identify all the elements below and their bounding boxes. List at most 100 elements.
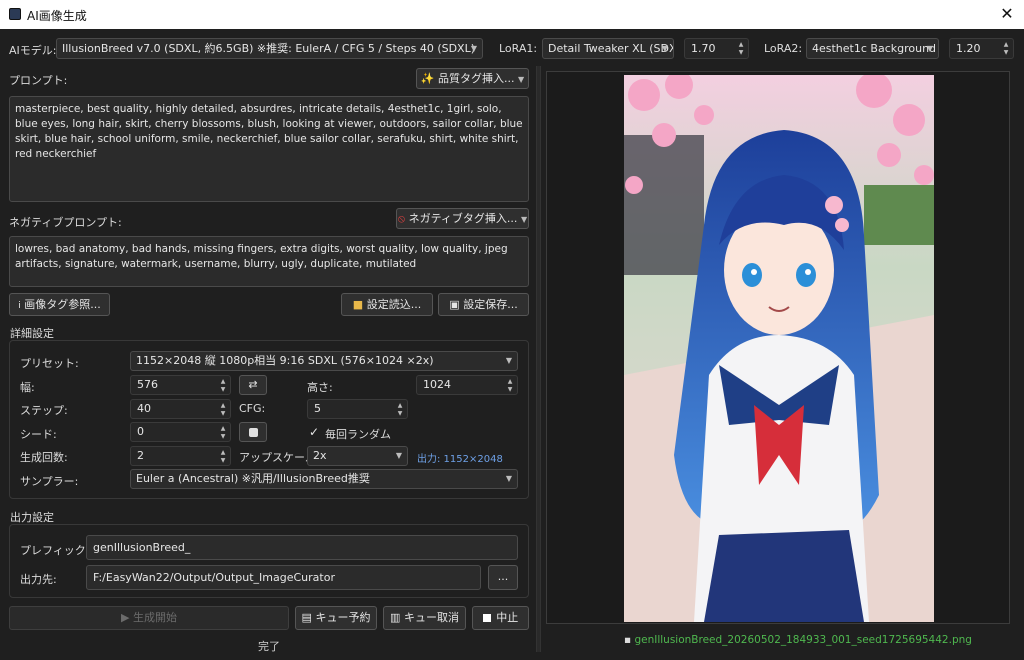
spin-arrows-icon[interactable]: ▲ ▼ <box>395 400 405 418</box>
width-label: 幅: <box>20 381 35 394</box>
info-icon: ⅰ <box>18 301 21 311</box>
prohibited-icon: ⦸ <box>397 212 406 225</box>
insert-quality-tags-button[interactable]: ✨ 品質タグ挿入... ▼ <box>416 68 529 89</box>
height-value: 1024 <box>423 378 451 391</box>
destination-label: 出力先: <box>20 573 57 586</box>
details-title: 詳細設定 <box>10 327 54 340</box>
spin-arrows-icon[interactable]: ▲ ▼ <box>218 447 228 465</box>
model-select[interactable]: IllusionBreed v7.0 (SDXL, 約6.5GB) ※推奨: E… <box>56 38 483 59</box>
insert-quality-tags-label: 品質タグ挿入... <box>438 72 515 85</box>
width-spinbox[interactable]: 576 ▲ ▼ <box>130 375 231 395</box>
chevron-down-icon: ▼ <box>661 44 668 53</box>
folder-icon: ■ <box>352 298 364 311</box>
queue-add-button[interactable]: ▤ キュー予約 <box>295 606 377 630</box>
sampler-select-value: Euler a (Ancestral) ※汎用/IllusionBreed推奨 <box>136 472 370 485</box>
spin-arrows-icon[interactable]: ▲ ▼ <box>736 39 746 58</box>
lora2-label: LoRA2: <box>764 42 803 55</box>
preview-image <box>624 75 934 622</box>
random-label: 毎回ランダム <box>325 428 391 441</box>
negative-prompt-label: ネガティブプロンプト: <box>9 216 122 229</box>
lora1-select[interactable]: Detail Tweaker XL (SDX ▼ <box>542 38 674 59</box>
trash-icon: ▥ <box>390 611 401 624</box>
chevron-down-icon: ▼ <box>520 215 528 224</box>
preset-select[interactable]: 1152×2048 縦 1080p相当 9:16 SDXL (576×1024 … <box>130 351 518 371</box>
load-settings-label: 設定読込... <box>366 298 422 311</box>
close-icon[interactable]: ✕ <box>990 0 1024 29</box>
queue-add-label: キュー予約 <box>315 611 371 624</box>
seed-value: 0 <box>137 425 144 438</box>
chevron-down-icon: ▼ <box>518 75 525 84</box>
sparkle-icon: ✨ <box>420 72 435 85</box>
swap-dimensions-button[interactable]: ⇄ <box>239 375 267 395</box>
spin-arrows-icon[interactable]: ▲ ▼ <box>505 376 515 394</box>
upscale-select-value: 2x <box>313 449 327 462</box>
cfg-spinbox[interactable]: 5 ▲ ▼ <box>307 399 408 419</box>
seed-spinbox[interactable]: 0 ▲ ▼ <box>130 422 231 442</box>
lora1-label: LoRA1: <box>499 42 538 55</box>
steps-value: 40 <box>137 402 151 415</box>
window-title: AI画像生成 <box>27 9 87 23</box>
preview-filename-text: genIllusionBreed_20260502_184933_001_see… <box>634 634 972 646</box>
lora2-select-value: 4esthet1c Background <box>812 42 937 55</box>
image-tags-label: 画像タグ参照... <box>24 298 101 311</box>
random-checkbox[interactable]: ✓ <box>309 425 319 439</box>
steps-spinbox[interactable]: 40 ▲ ▼ <box>130 399 231 419</box>
splitter-handle[interactable] <box>536 66 541 652</box>
prefix-input[interactable]: genIllusionBreed_ <box>86 535 518 560</box>
load-settings-button[interactable]: ■ 設定読込... <box>341 293 433 316</box>
stop-button[interactable]: 中止 <box>472 606 529 630</box>
title-bar: AI画像生成 ✕ <box>0 0 1024 29</box>
cfg-label: CFG: <box>239 402 266 415</box>
clipboard-icon: ▤ <box>301 611 312 624</box>
spin-arrows-icon[interactable]: ▲ ▼ <box>218 376 228 394</box>
height-spinbox[interactable]: 1024 ▲ ▼ <box>416 375 518 395</box>
chevron-down-icon: ▼ <box>395 451 402 460</box>
insert-negative-tags-label: ネガティブタグ挿入... <box>408 212 518 225</box>
browse-button[interactable]: ... <box>488 565 518 590</box>
lora1-weight-spinbox[interactable]: 1.70 ▲ ▼ <box>684 38 749 59</box>
app-icon <box>9 8 21 20</box>
prompt-textarea[interactable]: masterpiece, best quality, highly detail… <box>9 96 529 202</box>
chevron-down-icon: ▼ <box>505 474 512 483</box>
spin-arrows-icon[interactable]: ▲ ▼ <box>218 423 228 441</box>
lora2-weight-spinbox[interactable]: 1.20 ▲ ▼ <box>949 38 1014 59</box>
file-icon: ▪ <box>624 634 632 646</box>
count-value: 2 <box>137 449 144 462</box>
lora1-select-value: Detail Tweaker XL (SDX <box>548 42 674 55</box>
dice-button[interactable] <box>239 422 267 442</box>
preset-select-value: 1152×2048 縦 1080p相当 9:16 SDXL (576×1024 … <box>136 354 434 367</box>
insert-negative-tags-button[interactable]: ⦸ ネガティブタグ挿入... ▼ <box>396 208 529 229</box>
upscale-select[interactable]: 2x ▼ <box>307 446 408 466</box>
status-text: 完了 <box>258 640 280 653</box>
lora1-weight-value: 1.70 <box>691 42 716 55</box>
queue-cancel-button[interactable]: ▥ キュー取消 <box>383 606 466 630</box>
prompt-label: プロンプト: <box>9 74 68 87</box>
chevron-down-icon: ▼ <box>505 356 512 365</box>
spin-arrows-icon[interactable]: ▲ ▼ <box>1001 39 1011 58</box>
negative-prompt-textarea[interactable]: lowres, bad anatomy, bad hands, missing … <box>9 236 529 287</box>
steps-label: ステップ: <box>20 404 68 417</box>
save-settings-label: 設定保存... <box>463 298 518 311</box>
chevron-down-icon: ▼ <box>470 44 477 53</box>
chevron-down-icon: ▼ <box>926 44 933 53</box>
image-tags-button[interactable]: ⅰ 画像タグ参照... <box>9 293 110 316</box>
start-generation-button[interactable]: ▶ 生成開始 <box>9 606 289 630</box>
preview-filename: ▪ genIllusionBreed_20260502_184933_001_s… <box>624 634 972 646</box>
dice-icon <box>248 427 258 437</box>
output-size-info: 出力: 1152×2048 <box>417 454 503 465</box>
width-value: 576 <box>137 378 158 391</box>
count-label: 生成回数: <box>20 451 68 464</box>
count-spinbox[interactable]: 2 ▲ ▼ <box>130 446 231 466</box>
cfg-value: 5 <box>314 402 321 415</box>
spin-arrows-icon[interactable]: ▲ ▼ <box>218 400 228 418</box>
sampler-select[interactable]: Euler a (Ancestral) ※汎用/IllusionBreed推奨 … <box>130 469 518 489</box>
model-label: AIモデル: <box>9 44 57 57</box>
output-settings-title: 出力設定 <box>10 511 54 524</box>
preset-label: プリセット: <box>20 357 79 370</box>
lora2-weight-value: 1.20 <box>956 42 981 55</box>
save-settings-button[interactable]: ▣ 設定保存... <box>438 293 529 316</box>
save-icon: ▣ <box>449 298 460 311</box>
lora2-select[interactable]: 4esthet1c Background ▼ <box>806 38 939 59</box>
height-label: 高さ: <box>307 381 333 394</box>
destination-input[interactable]: F:/EasyWan22/Output/Output_ImageCurator <box>86 565 481 590</box>
